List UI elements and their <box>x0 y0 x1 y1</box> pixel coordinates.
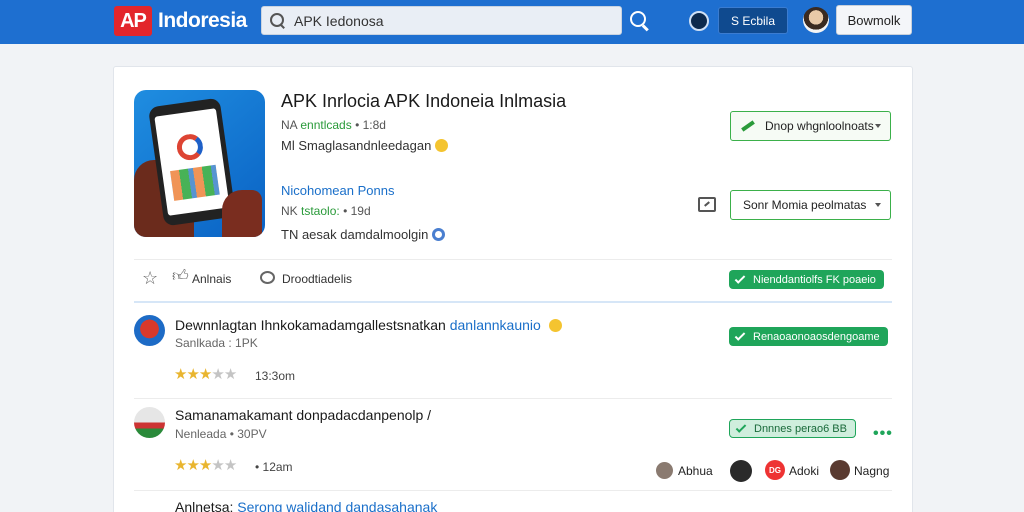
verified-badge[interactable]: Nienddantiolfs FK poaeio <box>729 270 884 289</box>
meta-code: NA <box>281 118 298 132</box>
share-icon[interactable] <box>698 197 716 212</box>
comment-badge[interactable]: Renaoaonoaosdengoame <box>729 327 888 346</box>
star-empty-icon: ★ <box>223 366 237 383</box>
hand-shape-2 <box>222 190 262 237</box>
divider <box>134 398 892 399</box>
site-logo[interactable]: AP Indoresia <box>114 5 247 37</box>
badge-label: Nienddantiolfs FK poaeio <box>753 273 876 286</box>
more-options-icon[interactable]: ••• <box>873 425 893 443</box>
logo-text: Indoresia <box>158 9 247 32</box>
check-icon <box>734 329 746 341</box>
comment-label[interactable]: Droodtiadelis <box>282 272 352 286</box>
app-meta-line-2: Ml Smaglasandnleedagan <box>281 138 449 153</box>
app-meta-line-4: TN aesak damdalmoolgin <box>281 227 446 242</box>
meta-code-2: NK <box>281 204 298 218</box>
app-subtext: TN aesak damdalmoolgin <box>281 227 429 242</box>
app-meta-line-3: NK tstaolo: • 19d <box>281 204 371 218</box>
top-navigation-bar: AP Indoresia S Ecbila Bowmolk <box>0 0 1024 44</box>
commenter-avatar[interactable] <box>134 407 165 438</box>
reactor-avatar[interactable] <box>656 462 673 479</box>
star-filled-icon: ★ <box>174 457 187 474</box>
divider <box>134 490 892 491</box>
app-detail-card: APK Inrlocia APK Indoneia Inlmasia NA en… <box>113 66 913 512</box>
comment-link[interactable]: Serong walidand dandasahanak <box>237 499 437 512</box>
star-icon[interactable]: ☆ <box>142 269 158 287</box>
comment-meta: Nenleada • 30PV <box>175 427 267 441</box>
pencil-icon <box>741 120 755 132</box>
search-icon <box>270 12 286 29</box>
meta-size-2: • 19d <box>343 204 371 218</box>
star-filled-icon: ★ <box>186 457 199 474</box>
search-button-icon[interactable] <box>628 9 652 33</box>
comment-meta: Sanlkada : 1PK <box>175 336 258 350</box>
reactor-name: Adoki <box>789 464 820 478</box>
sign-in-button[interactable]: S Ecbila <box>718 7 788 34</box>
media-select-dropdown[interactable]: Sonr Momia peolmatas <box>730 190 891 220</box>
badge-label: Dnnnes perao6 BB <box>754 422 847 435</box>
check-icon <box>735 421 747 433</box>
smile-emoji-icon <box>435 139 449 152</box>
reactor-avatar[interactable]: DG <box>765 460 785 480</box>
like-label[interactable]: Anlnais <box>192 272 231 286</box>
smile-emoji-icon <box>548 319 562 332</box>
comment-time: • 12am <box>255 460 293 474</box>
star-empty-icon: ★ <box>211 366 224 383</box>
chevron-down-icon <box>875 203 881 207</box>
star-filled-icon: ★ <box>198 366 212 383</box>
search-box[interactable] <box>261 6 622 35</box>
phone-screen <box>154 108 230 216</box>
star-empty-icon: ★ <box>223 457 237 474</box>
app-title: APK Inrlocia APK Indoneia Inlmasia <box>281 91 567 111</box>
account-icon[interactable] <box>689 11 709 31</box>
chevron-down-icon <box>875 124 881 128</box>
rating-stars: ★★★★★ <box>174 366 237 383</box>
reactor-avatar[interactable] <box>730 460 752 482</box>
star-filled-icon: ★ <box>186 366 199 383</box>
app-meta-line-1: NA enntlcads • 1:8d <box>281 118 386 132</box>
action-bar: ☆ 👍︎ Anlnais Droodtiadelis Nienddantiolf… <box>134 267 892 293</box>
comment-body: Anlnetsa: <box>175 499 234 512</box>
comment-text: Dewnnlagtan Ihnkokamadamgallestsnatkan d… <box>175 317 562 333</box>
info-emoji-icon <box>432 228 446 241</box>
user-avatar[interactable] <box>803 7 829 33</box>
app-grid <box>170 164 220 201</box>
developer-link[interactable]: Nicohomean Ponns <box>281 183 394 198</box>
comment-text: Samanamakamant donpadacdanpenolp / <box>175 407 432 423</box>
reactor-name: Abhua <box>678 464 713 478</box>
comment-time: 13:3om <box>255 369 296 383</box>
badge-label: Renaoaonoaosdengoame <box>753 330 880 343</box>
logo-mark: AP <box>114 6 152 36</box>
app-logo-circle <box>175 132 205 162</box>
download-label: Dnop whgnloolnoats <box>765 119 874 133</box>
rating-stars: ★★★★★ <box>174 457 237 474</box>
meta-status: tstaolo: <box>301 204 340 218</box>
media-select-label: Sonr Momia peolmatas <box>743 198 867 212</box>
app-thumbnail <box>134 90 265 237</box>
star-filled-icon: ★ <box>174 366 187 383</box>
download-dropdown-button[interactable]: Dnop whgnloolnoats <box>730 111 891 141</box>
search-input[interactable] <box>294 12 614 29</box>
comment-icon[interactable] <box>260 271 275 284</box>
reactor-avatar[interactable] <box>830 460 850 480</box>
thumbs-up-icon[interactable]: 👍︎ <box>172 269 189 285</box>
commenter-avatar[interactable] <box>134 315 165 346</box>
bookmark-button[interactable]: Bowmolk <box>836 5 912 35</box>
check-icon <box>734 272 746 284</box>
comment-text: Anlnetsa: Serong walidand dandasahanak <box>175 499 437 512</box>
app-description: Ml Smaglasandnleedagan <box>281 138 432 153</box>
divider <box>134 259 892 260</box>
meta-downloads: enntlcads <box>300 118 352 132</box>
reactor-name: Nagng <box>854 464 890 478</box>
star-empty-icon: ★ <box>211 457 224 474</box>
comment-body: Dewnnlagtan Ihnkokamadamgallestsnatkan <box>175 317 446 333</box>
comment-badge[interactable]: Dnnnes perao6 BB <box>729 419 856 438</box>
comment-link[interactable]: danlannkaunio <box>450 317 541 333</box>
meta-size: • 1:8d <box>355 118 386 132</box>
star-filled-icon: ★ <box>198 457 212 474</box>
section-divider <box>134 301 892 303</box>
